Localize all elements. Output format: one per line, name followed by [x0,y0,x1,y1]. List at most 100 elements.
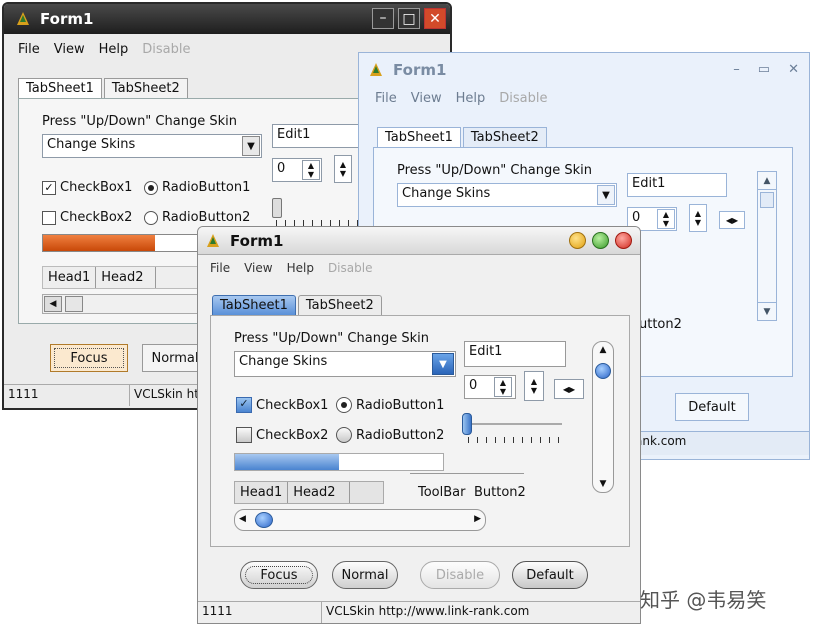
close-button[interactable]: ✕ [788,62,799,77]
menu-bar: File View Help Disable [210,261,372,275]
menu-file[interactable]: File [210,261,230,275]
status-panel2: VCLSkin http://www.link-rank.com [326,604,530,618]
minimize-button[interactable] [569,232,586,249]
menu-disable: Disable [327,261,373,275]
tab-sheet1[interactable]: TabSheet1 [377,127,461,147]
chevron-down-icon[interactable]: ▼ [597,185,615,205]
minimize-button[interactable]: – [733,62,740,77]
combo-value: Change Skins [239,354,328,369]
scroll-down-icon[interactable]: ▼ [593,479,613,489]
check-icon: ✓ [42,180,56,195]
focus-button[interactable]: Focus [50,344,128,372]
menu-bar: File View Help Disable [375,91,548,106]
tab-sheet1[interactable]: TabSheet1 [18,78,102,98]
checkbox1[interactable]: ✓ CheckBox1 [236,397,328,413]
tab-sheet2[interactable]: TabSheet2 [297,295,382,315]
menu-help[interactable]: Help [99,42,129,57]
spin-value: 0 [277,161,286,176]
combo-value: Change Skins [402,186,491,201]
skin-combo[interactable]: Change Skins ▼ [234,351,456,377]
trackbar-thumb[interactable] [272,198,282,218]
scroll-up-icon[interactable]: ▲ [593,345,613,355]
header-head2[interactable]: Head2 [288,482,351,503]
toolbar-button2[interactable]: Button2 [474,485,526,500]
window-title: Form1 [40,10,94,28]
updown-control[interactable]: ▲ ▼ [334,155,352,183]
scroll-thumb[interactable] [65,296,83,312]
minimize-button[interactable]: – [372,8,394,29]
scroll-down-icon[interactable]: ▼ [758,302,776,320]
window-mac: Form1 File View Help Disable TabSheet1 T… [197,226,641,624]
menu-help[interactable]: Help [456,91,486,106]
checkbox2-label: CheckBox2 [60,210,133,225]
app-icon [367,61,385,79]
edit-field[interactable]: Edit1 [627,173,727,197]
spin-buttons[interactable]: ▲ ▼ [302,160,320,180]
menu-file[interactable]: File [375,91,397,106]
maximize-button[interactable]: □ [398,8,420,29]
hscrollbar[interactable]: ◀ [42,294,202,314]
spin-buttons[interactable]: ▲ ▼ [657,209,675,229]
updown-control[interactable]: ▲ ▼ [524,371,544,401]
menu-view[interactable]: View [54,42,85,57]
vscrollbar[interactable]: ▲ ▼ [592,341,614,493]
toolbar-divider [410,473,524,474]
scroll-left-icon[interactable]: ◀ [239,514,246,524]
scroll-left-icon[interactable]: ◀ [44,296,62,312]
title-bar: Form1 – □ ✕ [4,4,450,34]
list-header: Head1 Head2 [42,266,202,289]
menu-file[interactable]: File [18,42,40,57]
maximize-button[interactable]: ▭ [758,62,770,77]
header-head2[interactable]: Head2 [96,267,157,288]
checkbox2[interactable]: CheckBox2 [42,210,132,225]
status-panel1: 1111 [4,385,130,406]
header-head1[interactable]: Head1 [235,482,289,503]
hscrollbar[interactable]: ◀ ▶ [234,509,486,531]
focus-button[interactable]: Focus [240,561,318,589]
menu-help[interactable]: Help [287,261,314,275]
list-header: Head1 Head2 [234,481,384,504]
radio2[interactable]: RadioButton2 [144,210,250,225]
skin-combo[interactable]: Change Skins ▼ [42,134,262,158]
radio1[interactable]: RadioButton1 [336,397,444,413]
window-title: Form1 [393,61,447,79]
tab-strip: TabSheet1 TabSheet2 [212,295,382,315]
leftright-control[interactable]: ◀▶ [554,379,584,399]
trackbar-ticks [468,437,564,443]
spin-buttons[interactable]: ▲ ▼ [494,377,512,397]
scroll-thumb[interactable] [595,363,611,379]
progress-bar [234,453,444,471]
checkbox1[interactable]: ✓ CheckBox1 [42,180,132,195]
edit-field[interactable]: Edit1 [272,124,362,148]
radio2[interactable]: RadioButton2 [336,427,444,443]
close-button[interactable] [615,232,632,249]
chevron-down-icon[interactable]: ▼ [242,136,260,156]
scroll-thumb[interactable] [255,512,273,528]
title-bar: Form1 [198,227,640,255]
header-head1[interactable]: Head1 [43,267,97,288]
skin-combo[interactable]: Change Skins ▼ [397,183,617,207]
skin-label: Press "Up/Down" Change Skin [234,331,429,346]
chevron-down-icon[interactable]: ▼ [432,353,454,375]
normal-button[interactable]: Normal [332,561,398,589]
tab-sheet2[interactable]: TabSheet2 [103,78,188,98]
trackbar-thumb[interactable] [462,413,472,435]
close-button[interactable]: ✕ [424,8,446,29]
tab-sheet2[interactable]: TabSheet2 [462,127,547,147]
leftright-control[interactable]: ◀▶ [719,211,745,229]
radio-dot-icon [336,397,352,413]
default-button[interactable]: Default [675,393,749,421]
scroll-thumb[interactable] [760,192,774,208]
tab-sheet1[interactable]: TabSheet1 [212,295,296,315]
menu-view[interactable]: View [244,261,272,275]
maximize-button[interactable] [592,232,609,249]
scroll-up-icon[interactable]: ▲ [758,172,776,190]
radio1[interactable]: RadioButton1 [144,180,250,195]
edit-field[interactable]: Edit1 [464,341,566,367]
checkbox2[interactable]: CheckBox2 [236,427,328,443]
updown-control[interactable]: ▲ ▼ [689,204,707,232]
menu-view[interactable]: View [411,91,442,106]
vscrollbar[interactable]: ▲ ▼ [757,171,777,321]
default-button[interactable]: Default [512,561,588,589]
scroll-right-icon[interactable]: ▶ [474,514,481,524]
